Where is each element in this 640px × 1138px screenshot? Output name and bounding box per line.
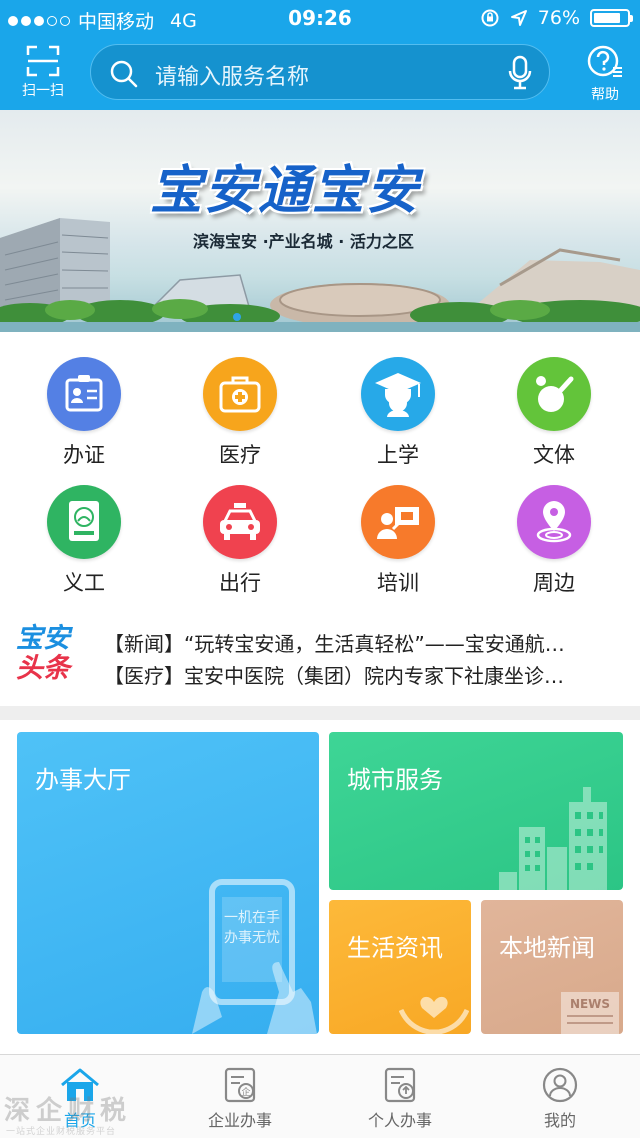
tile-city-service[interactable]: 城市服务 — [329, 732, 623, 890]
scan-icon — [26, 45, 60, 77]
phone-text-2: 办事无忧 — [224, 930, 280, 946]
battery-percent: 76% — [537, 7, 580, 29]
headlines-logo-line1: 宝安 — [16, 623, 70, 654]
tab-label: 企业办事 — [207, 1111, 272, 1130]
service-nearby[interactable]: 周边 — [494, 473, 614, 595]
volunteer-badge-icon — [47, 485, 121, 559]
medical-kit-icon — [203, 357, 277, 431]
status-bar: 中国移动 4G 09:26 76% — [0, 0, 640, 36]
service-id-card[interactable]: 办证 — [24, 345, 144, 467]
headline-item[interactable]: 【新闻】“玩转宝安通，生活真轻松”——宝安通航… — [104, 628, 624, 657]
service-school[interactable]: 上学 — [338, 345, 458, 467]
battery-icon — [590, 9, 633, 27]
watermark-subtitle: 一站式企业财税服务平台 — [6, 1127, 117, 1137]
user-icon — [542, 1067, 578, 1103]
help-button[interactable]: 帮助 — [576, 44, 634, 104]
banner-subtitle: 滨海宝安 ·产业名城 · 活力之区 — [193, 232, 414, 251]
tab-enterprise[interactable]: 企 企业办事 — [160, 1055, 320, 1138]
service-volunteer[interactable]: 义工 — [24, 473, 144, 595]
headline-item[interactable]: 【医疗】宝安中医院（集团）院内专家下社康坐诊… — [104, 660, 624, 689]
status-right: 76% — [480, 7, 633, 29]
rotation-lock-icon — [481, 9, 499, 27]
headlines-logo-line2: 头条 — [16, 653, 70, 684]
headlines-logo: 宝安 头条 — [16, 624, 80, 684]
section-divider — [0, 706, 640, 720]
phone-hand-icon: 一机在手 办事无忧 — [192, 879, 317, 1034]
location-pin-icon — [517, 485, 591, 559]
enterprise-doc-icon: 企 — [224, 1067, 256, 1103]
location-arrow-icon — [510, 10, 527, 26]
taxi-icon — [203, 485, 277, 559]
tab-label: 我的 — [543, 1111, 576, 1130]
help-icon — [587, 45, 622, 77]
tile-label: 办事大厅 — [35, 766, 131, 794]
tile-label: 生活资讯 — [347, 934, 443, 962]
scan-label: 扫一扫 — [22, 83, 64, 99]
heart-hands-icon — [399, 996, 469, 1034]
banner-title: 宝安通宝安 — [150, 161, 421, 221]
personal-doc-icon — [384, 1067, 416, 1103]
service-medical[interactable]: 医疗 — [180, 345, 300, 467]
service-label: 文体 — [533, 443, 575, 467]
help-label: 帮助 — [591, 87, 619, 103]
tile-local-news[interactable]: 本地新闻 NEWS — [481, 900, 623, 1034]
svg-text:企: 企 — [241, 1086, 250, 1098]
search-input[interactable]: 请输入服务名称 — [90, 44, 550, 100]
headlines-ticker: 宝安 头条 【新闻】“玩转宝安通，生活真轻松”——宝安通航… 【医疗】宝安中医院… — [0, 620, 640, 700]
microphone-icon[interactable] — [507, 55, 533, 91]
service-sports[interactable]: 文体 — [494, 345, 614, 467]
service-label: 医疗 — [219, 443, 261, 467]
tile-life-info[interactable]: 生活资讯 — [329, 900, 471, 1034]
phone-text-1: 一机在手 — [224, 910, 280, 926]
service-label: 办证 — [63, 443, 105, 467]
app-header: 中国移动 4G 09:26 76% 扫一扫 请输入服务名称 帮助 — [0, 0, 640, 110]
service-label: 出行 — [219, 571, 261, 595]
id-card-icon — [47, 357, 121, 431]
scan-button[interactable]: 扫一扫 — [10, 44, 76, 104]
news-tag: NEWS — [570, 997, 610, 1011]
training-icon — [361, 485, 435, 559]
watermark: 深企财税 — [4, 1096, 133, 1126]
service-training[interactable]: 培训 — [338, 473, 458, 595]
tile-label: 城市服务 — [347, 766, 443, 794]
search-icon — [110, 60, 138, 88]
ping-pong-icon — [517, 357, 591, 431]
service-label: 周边 — [533, 571, 575, 595]
carousel-indicator — [233, 313, 241, 321]
newspaper-icon: NEWS — [561, 992, 619, 1034]
tab-mine[interactable]: 我的 — [480, 1055, 640, 1138]
search-placeholder: 请输入服务名称 — [155, 65, 310, 90]
promo-banner[interactable]: 宝安通宝安 滨海宝安 ·产业名城 · 活力之区 — [0, 110, 640, 332]
tab-label: 个人办事 — [367, 1111, 432, 1130]
tile-label: 本地新闻 — [499, 934, 595, 962]
service-label: 上学 — [377, 443, 419, 467]
tile-service-hall[interactable]: 办事大厅 一机在手 办事无忧 — [17, 732, 319, 1034]
graduation-cap-icon — [361, 357, 435, 431]
service-label: 义工 — [63, 571, 105, 595]
city-buildings-icon — [499, 787, 607, 890]
tab-personal[interactable]: 个人办事 — [320, 1055, 480, 1138]
service-travel[interactable]: 出行 — [180, 473, 300, 595]
service-label: 培训 — [377, 571, 419, 595]
